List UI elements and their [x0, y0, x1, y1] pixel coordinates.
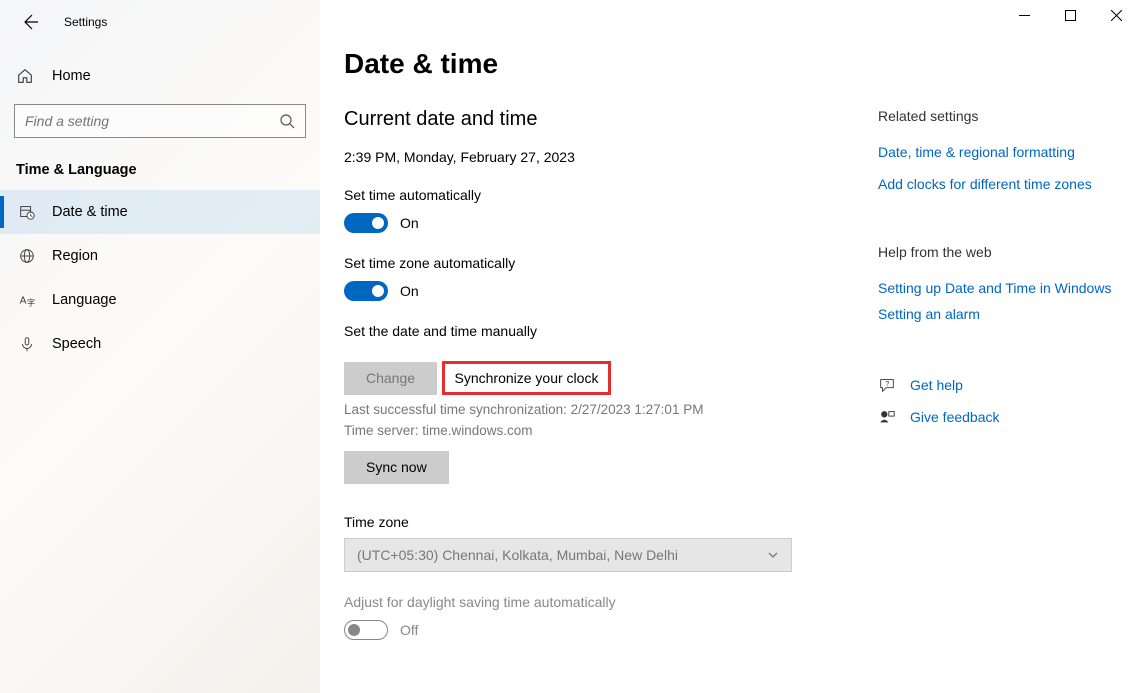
nav-date-time[interactable]: Date & time [0, 190, 320, 234]
link-add-clocks[interactable]: Add clocks for different time zones [878, 176, 1138, 192]
auto-tz-state: On [400, 283, 419, 299]
sync-heading-highlight: Synchronize your clock [442, 361, 612, 395]
svg-text:字: 字 [27, 297, 35, 307]
nav-item-label: Region [52, 248, 98, 264]
sync-server: Time server: time.windows.com [344, 422, 854, 441]
sidebar-section-header: Time & Language [0, 138, 320, 190]
auto-time-state: On [400, 215, 419, 231]
timezone-label: Time zone [344, 514, 854, 530]
nav-home[interactable]: Home [0, 56, 320, 96]
settings-column: Current date and time 2:39 PM, Monday, F… [344, 108, 854, 640]
manual-datetime-label: Set the date and time manually [344, 323, 854, 339]
get-help-label: Get help [910, 377, 963, 393]
link-help-datetime[interactable]: Setting up Date and Time in Windows [878, 280, 1138, 296]
svg-text:?: ? [885, 379, 889, 388]
window-title: Settings [64, 15, 107, 29]
window-minimize[interactable] [1001, 0, 1047, 30]
window-maximize[interactable] [1047, 0, 1093, 30]
nav-home-label: Home [52, 68, 91, 84]
search-icon [279, 113, 295, 129]
window-controls [1001, 0, 1139, 30]
sidebar: Settings Home Time & Language Date & tim… [0, 0, 320, 693]
home-icon [16, 67, 34, 85]
dst-toggle [344, 620, 388, 640]
globe-icon [18, 247, 36, 265]
maximize-icon [1065, 10, 1076, 21]
feedback-row[interactable]: Give feedback [878, 408, 1138, 426]
calendar-clock-icon [18, 203, 36, 221]
nav-region[interactable]: Region [0, 234, 320, 278]
top-bar: Settings [0, 0, 320, 44]
window-close[interactable] [1093, 0, 1139, 30]
help-heading: Help from the web [878, 244, 1138, 260]
auto-tz-label: Set time zone automatically [344, 255, 854, 271]
get-help-row[interactable]: ? Get help [878, 376, 1138, 394]
current-datetime-value: 2:39 PM, Monday, February 27, 2023 [344, 149, 854, 165]
dst-label: Adjust for daylight saving time automati… [344, 594, 854, 610]
close-icon [1111, 10, 1122, 21]
timezone-value: (UTC+05:30) Chennai, Kolkata, Mumbai, Ne… [357, 547, 678, 563]
search-input[interactable] [25, 113, 279, 129]
auto-time-toggle[interactable] [344, 213, 388, 233]
back-button[interactable] [20, 12, 40, 32]
nav-language[interactable]: A字 Language [0, 278, 320, 322]
chevron-down-icon [767, 549, 779, 561]
current-datetime-heading: Current date and time [344, 108, 854, 131]
dst-state: Off [400, 622, 418, 638]
nav-speech[interactable]: Speech [0, 322, 320, 366]
link-help-alarm[interactable]: Setting an alarm [878, 306, 1138, 322]
svg-text:A: A [20, 296, 27, 307]
related-column: Related settings Date, time & regional f… [878, 108, 1138, 640]
feedback-icon [878, 408, 896, 426]
nav-item-label: Language [52, 292, 117, 308]
timezone-dropdown: (UTC+05:30) Chennai, Kolkata, Mumbai, Ne… [344, 538, 792, 572]
feedback-label: Give feedback [910, 409, 1000, 425]
related-heading: Related settings [878, 108, 1138, 124]
page-title: Date & time [344, 48, 1139, 80]
search-box[interactable] [14, 104, 306, 138]
auto-tz-toggle[interactable] [344, 281, 388, 301]
arrow-left-icon [20, 12, 40, 32]
auto-time-label: Set time automatically [344, 187, 854, 203]
main-content: Date & time Current date and time 2:39 P… [320, 0, 1139, 693]
sync-last: Last successful time synchronization: 2/… [344, 401, 854, 420]
chat-help-icon: ? [878, 376, 896, 394]
link-regional-formatting[interactable]: Date, time & regional formatting [878, 144, 1138, 160]
language-icon: A字 [18, 291, 36, 309]
sync-heading: Synchronize your clock [455, 370, 599, 386]
sync-now-button[interactable]: Sync now [344, 451, 449, 484]
microphone-icon [18, 335, 36, 353]
nav-item-label: Speech [52, 336, 101, 352]
change-button: Change [344, 362, 437, 395]
nav-item-label: Date & time [52, 204, 128, 220]
minimize-icon [1019, 10, 1030, 21]
